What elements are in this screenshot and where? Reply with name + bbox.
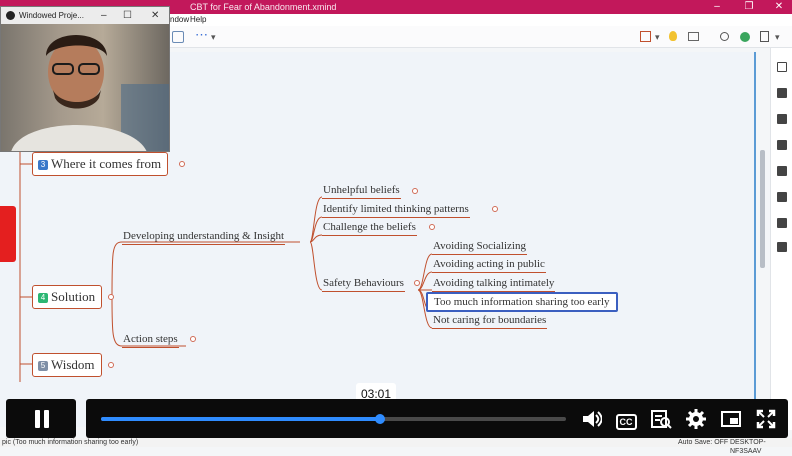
collapse-toggle[interactable] [108, 294, 114, 300]
subtopic-selected[interactable]: Too much information sharing too early [426, 292, 618, 312]
collapse-toggle[interactable] [108, 362, 114, 368]
chevron-down-icon[interactable]: ▾ [775, 30, 780, 44]
picture-in-picture-icon [721, 411, 741, 427]
progress-fill [101, 417, 380, 421]
topic-label: Solution [51, 289, 96, 304]
topic-label: Where it comes from [51, 156, 162, 171]
subtopic-avoiding-talking[interactable]: Avoiding talking intimately [432, 276, 556, 292]
insert-icon[interactable] [640, 31, 651, 42]
collapse-toggle[interactable] [190, 336, 196, 342]
pip-button[interactable] [720, 407, 742, 431]
topic-solution[interactable]: 4 Solution [32, 285, 103, 309]
fullscreen-icon [756, 409, 776, 429]
topic-label: Wisdom [51, 357, 95, 372]
close-button[interactable]: ✕ [151, 7, 159, 24]
settings-button[interactable] [685, 407, 707, 431]
subtopic-avoiding-acting-public[interactable]: Avoiding acting in public [432, 257, 546, 273]
menu-item-window[interactable]: ndow [170, 15, 189, 24]
format-icon[interactable] [777, 62, 787, 72]
comment-icon[interactable] [777, 218, 787, 228]
transcript-button[interactable] [650, 407, 672, 431]
export-icon[interactable] [760, 31, 769, 42]
flag-icon[interactable] [777, 140, 787, 150]
webcam-title-bar[interactable]: Windowed Proje... – ☐ ✕ [1, 7, 169, 24]
gear-icon [686, 409, 706, 429]
topic-where-it-comes-from[interactable]: 3 Where it comes from [32, 152, 169, 176]
pause-icon [44, 410, 49, 428]
subtopic-identify-limited-thinking[interactable]: Identify limited thinking patterns [322, 202, 470, 218]
status-bar: pic (Too much information sharing too ea… [0, 438, 792, 455]
search-icon[interactable] [720, 32, 729, 41]
status-selected-topic: pic (Too much information sharing too ea… [2, 439, 139, 446]
idea-icon[interactable] [669, 31, 677, 41]
central-topic-edge[interactable] [0, 206, 16, 262]
task-icon[interactable] [777, 242, 787, 252]
cc-icon: CC [615, 414, 637, 430]
collapse-toggle[interactable] [412, 188, 418, 194]
volume-button[interactable] [580, 407, 603, 431]
webcam-title: Windowed Proje... [19, 11, 84, 20]
progress-thumb[interactable] [375, 414, 385, 424]
collapse-toggle[interactable] [492, 206, 498, 212]
minimize-button[interactable]: – [706, 0, 728, 14]
presenter-figure [11, 35, 169, 151]
status-autosave[interactable]: Auto Save: OFF [678, 438, 728, 447]
window-title: CBT for Fear of Abandonment.xmind [190, 2, 337, 12]
subtopic-action-steps[interactable]: Action steps [122, 332, 179, 348]
menu-item-help[interactable]: Help [190, 15, 206, 24]
chevron-down-icon[interactable]: ▾ [655, 30, 660, 44]
sticker-icon[interactable] [777, 166, 787, 176]
share-icon[interactable] [740, 32, 750, 42]
close-button[interactable]: ✕ [768, 0, 790, 14]
image-icon[interactable] [777, 114, 787, 124]
subtopic-developing-insight[interactable]: Developing understanding & Insight [122, 229, 286, 245]
collapse-toggle[interactable] [414, 280, 420, 286]
topic-number-badge: 4 [38, 293, 48, 303]
transcript-icon [651, 410, 672, 429]
status-machine: DESKTOP-NF3SAAV [730, 439, 766, 455]
collapse-toggle[interactable] [179, 161, 185, 167]
subtopic-not-caring-boundaries[interactable]: Not caring for boundaries [432, 313, 548, 329]
pause-button[interactable] [6, 399, 76, 438]
chevron-down-icon[interactable]: ▾ [211, 30, 216, 44]
subtopic-unhelpful-beliefs[interactable]: Unhelpful beliefs [322, 183, 401, 199]
topic-number-badge: 5 [38, 361, 48, 371]
pause-icon [35, 410, 40, 428]
maximize-button[interactable]: ☐ [123, 7, 132, 24]
volume-icon [583, 411, 603, 427]
webcam-window[interactable]: Windowed Proje... – ☐ ✕ [0, 6, 170, 152]
restore-button[interactable]: ❐ [738, 0, 760, 14]
presentation-icon[interactable] [688, 32, 699, 41]
subtopic-safety-behaviours[interactable]: Safety Behaviours [322, 276, 405, 292]
brush-icon[interactable] [777, 88, 787, 98]
fullscreen-button[interactable] [755, 407, 777, 431]
outline-icon[interactable] [172, 31, 184, 43]
obs-icon [6, 11, 15, 20]
subtopic-challenge-beliefs[interactable]: Challenge the beliefs [322, 220, 417, 236]
topic-wisdom[interactable]: 5 Wisdom [32, 353, 102, 377]
subtopic-avoiding-socializing[interactable]: Avoiding Socializing [432, 239, 527, 255]
vertical-scrollbar[interactable] [760, 150, 765, 268]
right-side-panel [770, 48, 792, 430]
note-icon[interactable] [777, 192, 787, 202]
more-icon[interactable]: ⋯ [195, 28, 208, 42]
minimize-button[interactable]: – [101, 7, 107, 24]
topic-number-badge: 3 [38, 160, 48, 170]
collapse-toggle[interactable] [429, 224, 435, 230]
captions-button[interactable]: CC [615, 407, 637, 431]
webcam-video-feed [1, 24, 169, 151]
